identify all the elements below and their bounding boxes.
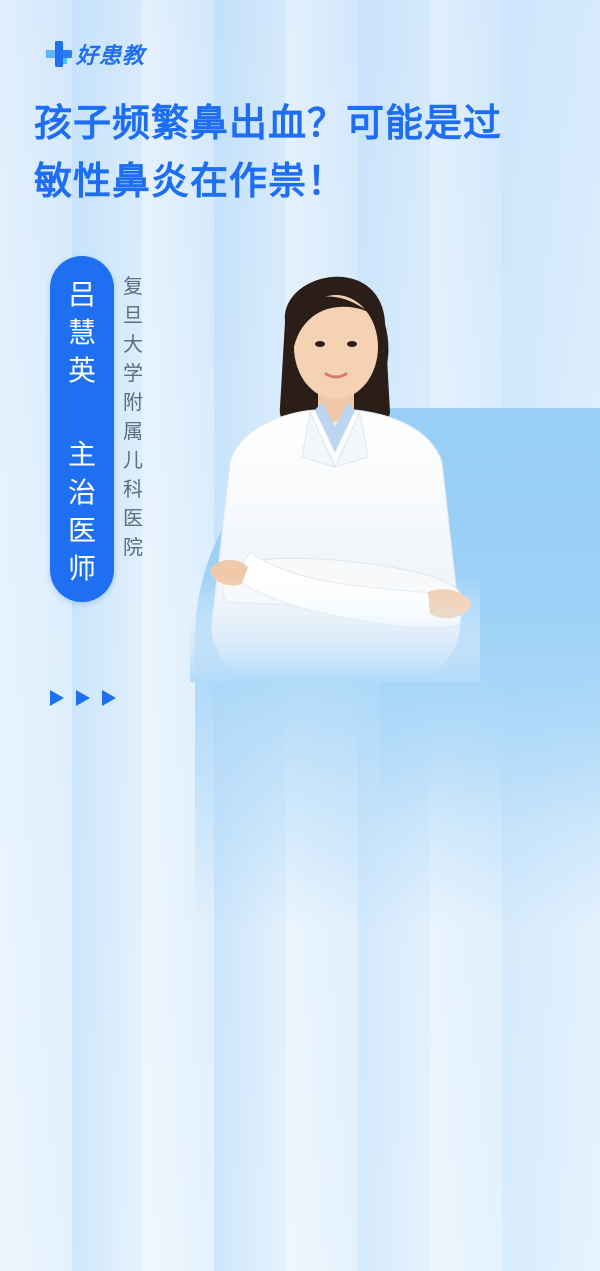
hospital-char: 学 [123, 361, 143, 385]
triangle-arrow-icon [50, 690, 64, 706]
doctor-portrait [190, 252, 480, 682]
brand-name: 好患教 [76, 44, 146, 69]
hospital-char: 院 [123, 535, 143, 559]
doctor-title: 主 治 医 师 [50, 436, 114, 588]
name-char: 慧 [67, 316, 96, 349]
hospital-char: 科 [123, 477, 143, 501]
triangle-arrow-icon [102, 690, 116, 706]
hospital-char: 属 [123, 419, 143, 443]
hospital-char: 复 [123, 274, 143, 298]
role-char: 主 [67, 438, 96, 471]
name-char: 英 [67, 354, 96, 387]
role-char: 医 [67, 514, 96, 547]
hospital-char: 医 [123, 506, 143, 530]
doctor-name: 吕 慧 英 [50, 276, 114, 390]
role-char: 师 [67, 552, 96, 585]
hospital-char: 儿 [123, 448, 143, 472]
hospital-char: 附 [123, 390, 143, 414]
medical-cross-logo-icon [44, 40, 74, 68]
poster: 好患教 孩子频繁鼻出血？可能是过 敏性鼻炎在作祟！ 吕 慧 英 主 治 医 师 … [0, 0, 600, 1271]
brand-logo: 好患教 [44, 38, 145, 70]
page-title: 孩子频繁鼻出血？可能是过 敏性鼻炎在作祟！ [34, 101, 503, 203]
name-char: 吕 [67, 278, 96, 311]
hospital-char: 旦 [123, 303, 143, 327]
role-char: 治 [67, 476, 96, 509]
triangle-arrows-icon [50, 690, 128, 706]
triangle-arrow-icon [76, 690, 90, 706]
hospital-char: 大 [123, 332, 143, 356]
doctor-hospital: 复 旦 大 学 附 属 儿 科 医 院 [120, 272, 146, 562]
doctor-name-pill: 吕 慧 英 主 治 医 师 [50, 256, 114, 602]
